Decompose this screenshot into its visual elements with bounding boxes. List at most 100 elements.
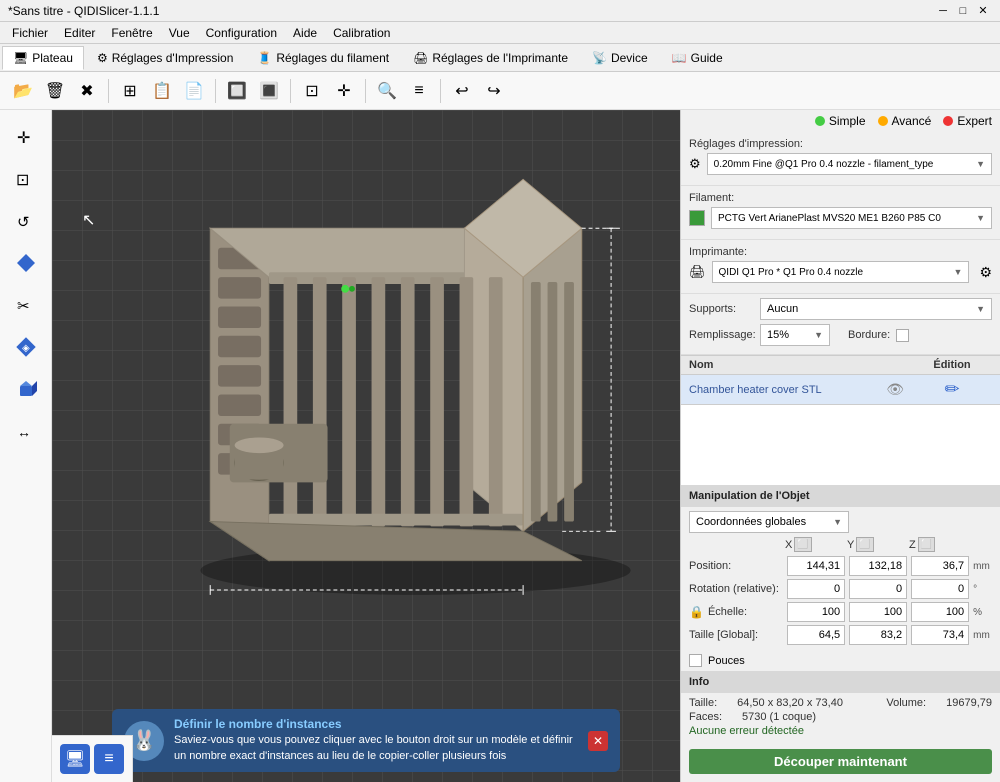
rotation-x-input[interactable] — [787, 579, 845, 599]
supports-select[interactable]: Aucun ▼ — [760, 298, 992, 320]
status-avance-dot — [878, 116, 888, 126]
menu-vue[interactable]: Vue — [161, 24, 198, 42]
align-button[interactable]: ✛ — [329, 76, 359, 106]
clear-button[interactable]: ✖ — [72, 76, 102, 106]
tab-reglages-impression[interactable]: ⚙ Réglages d'Impression — [86, 46, 244, 70]
status-expert-dot — [943, 116, 953, 126]
redo-button[interactable]: ↪ — [479, 76, 509, 106]
scale-z-input[interactable] — [911, 602, 969, 622]
info-taille-value: 64,50 x 83,20 x 73,40 — [737, 697, 843, 709]
x-label: X — [785, 539, 792, 551]
scale-label: 🔒 Échelle: — [689, 605, 783, 619]
bordure-label: Bordure: — [848, 329, 890, 341]
plateau-icon: 🖥 — [13, 51, 28, 65]
grid-button[interactable]: ⊞ — [115, 76, 145, 106]
paste-button[interactable]: 📄 — [179, 76, 209, 106]
device-icon: 📡 — [592, 51, 607, 65]
printer-settings-icon[interactable]: ⚙ — [979, 264, 992, 281]
position-z-input[interactable] — [911, 556, 969, 576]
remplissage-value: 15% — [767, 329, 789, 341]
edit-icon[interactable]: ✏ — [944, 379, 959, 400]
scale-label-text: Échelle: — [708, 606, 747, 618]
rotation-z-input[interactable] — [911, 579, 969, 599]
rotate-tool[interactable]: ↺ — [7, 202, 45, 240]
close-button[interactable]: ✕ — [974, 2, 992, 20]
scale-y-input[interactable] — [849, 602, 907, 622]
size-y-input[interactable] — [849, 625, 907, 645]
menu-editer[interactable]: Editer — [56, 24, 103, 42]
menu-aide[interactable]: Aide — [285, 24, 325, 42]
coord-system-value: Coordonnées globales — [696, 516, 806, 528]
tab-reglages-imprimante[interactable]: 🖨 Réglages de l'Imprimante — [402, 46, 579, 70]
lock-icon[interactable]: 🔒 — [689, 605, 704, 619]
tab-plateau-label: Plateau — [32, 51, 73, 65]
decoupe-button[interactable]: Découper maintenant — [689, 749, 992, 774]
size-z-input[interactable] — [911, 625, 969, 645]
menu-fichier[interactable]: Fichier — [4, 24, 56, 42]
y-header: Y ⬜ — [847, 537, 905, 552]
move-tool[interactable]: ✛ — [7, 118, 45, 156]
arrange-button[interactable]: 🔳 — [254, 76, 284, 106]
fit-button[interactable]: ⊡ — [297, 76, 327, 106]
delete-button[interactable]: 🗑 — [40, 76, 70, 106]
filament-select[interactable]: PCTG Vert ArianePlast MVS20 ME1 B260 P85… — [711, 207, 992, 229]
search-button[interactable]: 🔍 — [372, 76, 402, 106]
position-y-input[interactable] — [849, 556, 907, 576]
visibility-icon[interactable]: 👁 — [886, 381, 904, 398]
list-button[interactable]: ≡ — [404, 76, 434, 106]
tab-filament-label: Réglages du filament — [276, 51, 389, 65]
viewport-icon-1[interactable]: 🖥 — [60, 744, 90, 774]
print-settings-row: ⚙ 0.20mm Fine @Q1 Pro 0.4 nozzle - filam… — [689, 153, 992, 175]
remplissage-select[interactable]: 15% ▼ — [760, 324, 830, 346]
svg-text:✂: ✂ — [17, 298, 30, 315]
printer-select[interactable]: QIDI Q1 Pro * Q1 Pro 0.4 nozzle ▼ — [712, 261, 970, 283]
svg-text:✛: ✛ — [17, 130, 30, 147]
undo-button[interactable]: ↩ — [447, 76, 477, 106]
tab-reglages-filament[interactable]: 🧵 Réglages du filament — [246, 46, 400, 70]
status-simple-dot — [815, 116, 825, 126]
paint-tool[interactable]: ◈ — [7, 328, 45, 366]
info-faces-row: Faces: 5730 (1 coque) — [689, 711, 992, 723]
position-label: Position: — [689, 560, 783, 572]
separator-2 — [215, 79, 216, 103]
tab-imprimante-label: Réglages de l'Imprimante — [432, 51, 568, 65]
pouces-checkbox[interactable] — [689, 654, 702, 667]
minimize-button[interactable]: ─ — [934, 2, 952, 20]
print-settings-select[interactable]: 0.20mm Fine @Q1 Pro 0.4 nozzle - filamen… — [707, 153, 992, 175]
copy-button[interactable]: 📋 — [147, 76, 177, 106]
scale-tool[interactable]: ↔ — [7, 412, 45, 450]
notification-close[interactable]: ✕ — [588, 731, 608, 751]
maximize-button[interactable]: □ — [954, 2, 972, 20]
col-edition: Édition — [912, 359, 992, 371]
open-button[interactable]: 📂 — [8, 76, 38, 106]
cut-tool[interactable]: ✂ — [7, 286, 45, 324]
gear-icon: ⚙ — [689, 156, 701, 172]
viewport-icon-2[interactable]: ≡ — [94, 744, 124, 774]
menu-calibration[interactable]: Calibration — [325, 24, 398, 42]
tab-device[interactable]: 📡 Device — [581, 46, 659, 70]
tab-device-label: Device — [611, 51, 648, 65]
tab-plateau[interactable]: 🖥 Plateau — [2, 46, 84, 70]
size-x-input[interactable] — [787, 625, 845, 645]
menu-fenetre[interactable]: Fenêtre — [103, 24, 160, 42]
coord-system-select[interactable]: Coordonnées globales ▼ — [689, 511, 849, 533]
bordure-checkbox[interactable] — [896, 329, 909, 342]
svg-text:↺: ↺ — [17, 214, 30, 231]
print-settings-label: Réglages d'impression: — [689, 138, 992, 150]
scale-x-input[interactable] — [787, 602, 845, 622]
left-toolbar: ✛ ⊡ ↺ ✂ ◈ ↔ — [0, 110, 52, 782]
orient-button[interactable]: 🔲 — [222, 76, 252, 106]
diamond-tool[interactable] — [7, 244, 45, 282]
rotation-y-input[interactable] — [849, 579, 907, 599]
remplissage-label: Remplissage: — [689, 329, 754, 341]
zoom-tool[interactable]: ⊡ — [7, 160, 45, 198]
object-name: Chamber heater cover STL — [689, 384, 886, 396]
cube-tool[interactable] — [7, 370, 45, 408]
edition-cell: ✏ — [912, 379, 992, 400]
menu-configuration[interactable]: Configuration — [198, 24, 285, 42]
print-settings-value: 0.20mm Fine @Q1 Pro 0.4 nozzle - filamen… — [714, 159, 976, 170]
tab-guide[interactable]: 📖 Guide — [661, 46, 734, 70]
position-x-input[interactable] — [787, 556, 845, 576]
viewport[interactable]: ↖ 🐰 Définir le nombre d'instances Saviez… — [52, 110, 680, 782]
x-header: X ⬜ — [785, 537, 843, 552]
